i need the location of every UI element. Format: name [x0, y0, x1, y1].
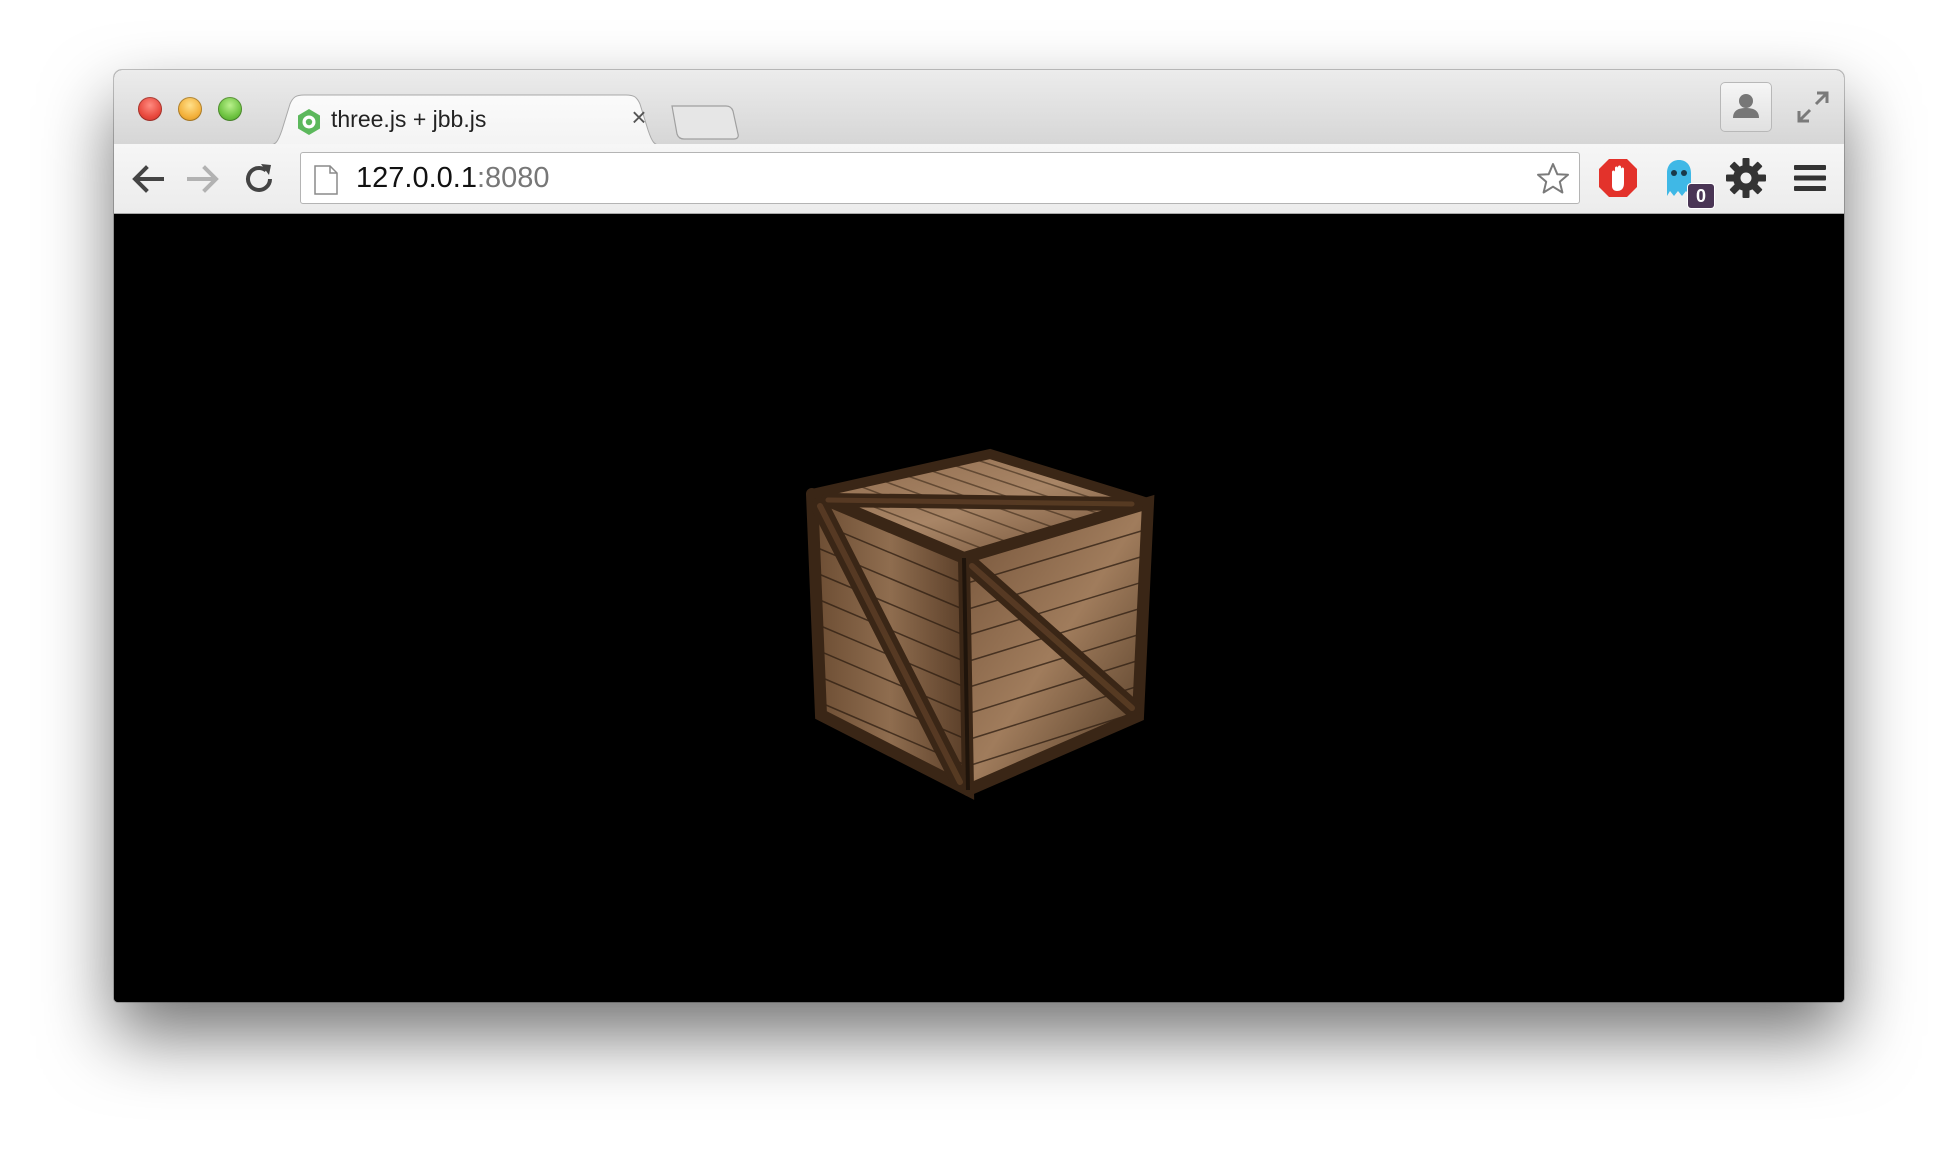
- url-text[interactable]: 127.0.0.1:8080: [356, 162, 550, 195]
- toolbar: 127.0.0.1:8080 0: [114, 144, 1844, 214]
- address-bar[interactable]: 127.0.0.1:8080: [300, 152, 1580, 204]
- new-tab-button[interactable]: [670, 104, 740, 140]
- tab-active[interactable]: three.js + jbb.js ×: [264, 94, 664, 146]
- tab-close-icon[interactable]: ×: [624, 102, 654, 132]
- minimize-window-button[interactable]: [178, 97, 202, 121]
- forward-arrow-icon[interactable]: [184, 160, 222, 198]
- zoom-window-button[interactable]: [218, 97, 242, 121]
- browser-window: three.js + jbb.js × 127.0.0.1:8080 0: [114, 70, 1844, 1002]
- fullscreen-icon[interactable]: [1796, 90, 1830, 124]
- hamburger-menu-icon[interactable]: [1788, 156, 1832, 200]
- gear-icon[interactable]: [1724, 156, 1768, 200]
- stop-hand-icon[interactable]: [1596, 156, 1640, 200]
- ghost-badge: 0: [1688, 184, 1714, 208]
- reload-icon[interactable]: [240, 160, 278, 198]
- person-icon: [1733, 94, 1759, 118]
- tab-title: three.js + jbb.js: [331, 106, 487, 132]
- star-icon[interactable]: [1535, 161, 1571, 197]
- back-arrow-icon[interactable]: [129, 160, 167, 198]
- url-port: :8080: [476, 162, 550, 194]
- title-bar: three.js + jbb.js ×: [114, 70, 1844, 146]
- green-ring-icon: [298, 109, 320, 135]
- url-host: 127.0.0.1: [356, 162, 477, 194]
- close-window-button[interactable]: [138, 97, 162, 121]
- wooden-crate-render[interactable]: [114, 214, 1844, 1002]
- profile-button[interactable]: [1720, 82, 1772, 132]
- page-icon: [314, 165, 338, 195]
- webgl-viewport[interactable]: [114, 214, 1844, 1002]
